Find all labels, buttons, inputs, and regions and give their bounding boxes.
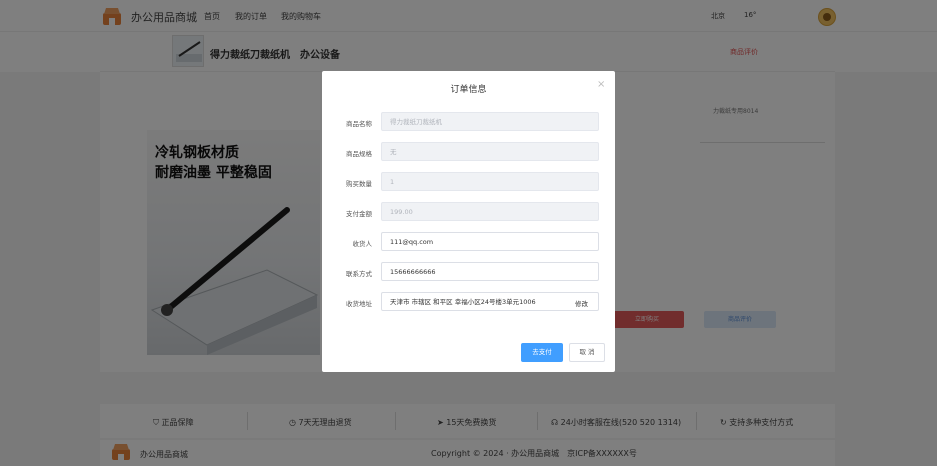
contact-input[interactable]: 15666666666 [381,262,599,281]
dialog-title: 订单信息 [450,85,487,95]
label-product-spec: 商品规格 [346,150,372,158]
edit-address-button[interactable]: 修改 [575,298,588,308]
recipient-input[interactable]: 111@qq.com [381,232,599,251]
quantity-field: 1 [381,172,599,191]
label-recipient: 收货人 [352,240,373,248]
label-quantity: 购买数量 [346,180,372,188]
pay-button[interactable]: 去支付 [521,343,563,362]
product-name-field: 得力裁纸刀裁纸机 [381,112,599,131]
product-spec-field: 无 [381,142,599,161]
label-product-name: 商品名称 [346,120,372,128]
label-contact: 联系方式 [346,270,372,278]
order-info-dialog: 订单信息 × 商品名称 得力裁纸刀裁纸机 商品规格 无 购买数量 1 支付金额 … [322,71,615,372]
label-address: 收货地址 [346,300,372,308]
label-amount: 支付金额 [346,210,372,218]
close-icon[interactable]: × [597,79,605,90]
cancel-button[interactable]: 取 消 [569,343,605,362]
amount-field: 199.00 [381,202,599,221]
address-field: 天津市 市辖区 和平区 幸福小区24号楼3单元1006 [381,292,599,311]
